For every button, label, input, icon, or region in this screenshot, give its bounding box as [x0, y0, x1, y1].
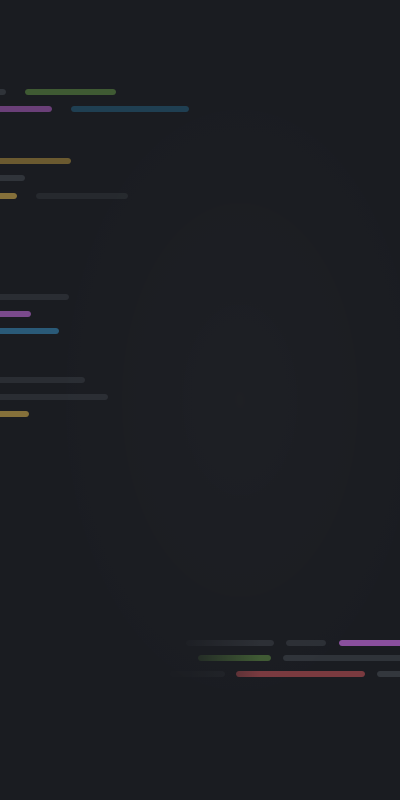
code-token: [0, 158, 71, 164]
code-token: [25, 89, 116, 95]
code-token: [0, 328, 59, 334]
blurred-code-background: [0, 0, 400, 800]
code-token: [170, 671, 225, 677]
code-token: [0, 294, 69, 300]
code-token: [0, 377, 85, 383]
code-token: [0, 89, 6, 95]
code-token: [0, 106, 52, 112]
code-token: [0, 311, 31, 317]
code-token: [198, 655, 271, 661]
code-token: [186, 640, 274, 646]
vignette-overlay: [0, 0, 400, 800]
code-token: [339, 640, 400, 646]
code-token: [286, 640, 326, 646]
code-token: [236, 671, 365, 677]
code-token: [0, 175, 25, 181]
code-token: [377, 671, 400, 677]
code-token: [0, 193, 17, 199]
code-token: [0, 394, 108, 400]
code-token: [36, 193, 128, 199]
code-token: [283, 655, 400, 661]
code-token: [0, 411, 29, 417]
code-token: [71, 106, 189, 112]
